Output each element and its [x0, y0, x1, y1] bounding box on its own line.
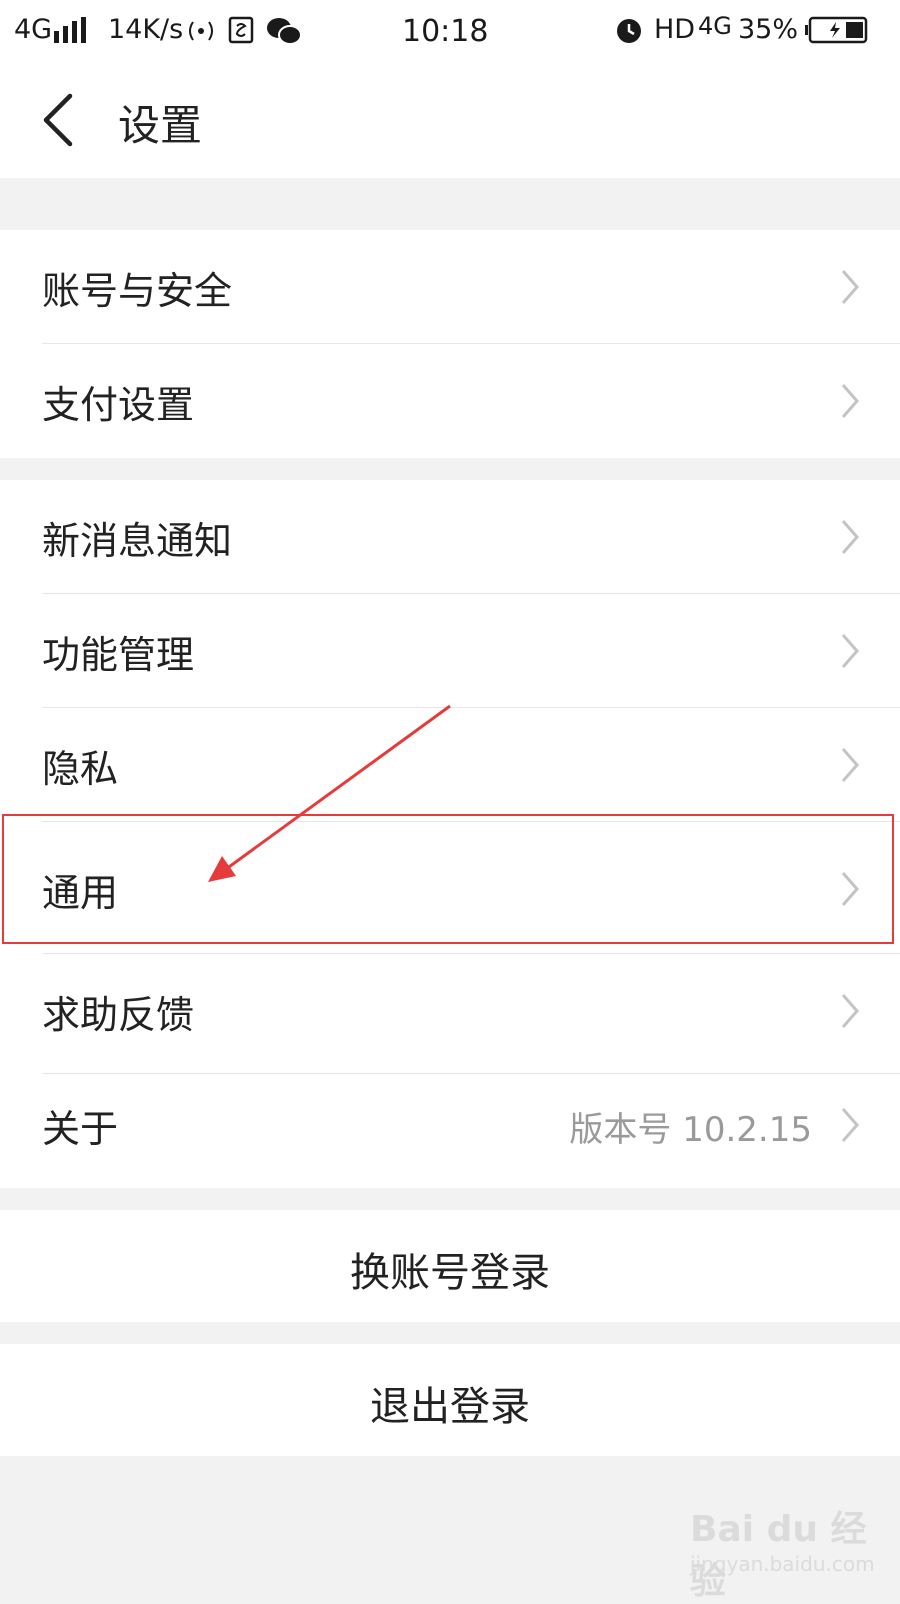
highlight-box — [2, 814, 894, 944]
navigation-bar: 设置 — [0, 62, 900, 178]
battery-percent: 35% — [738, 14, 799, 45]
signal-icon — [54, 17, 86, 43]
chevron-right-icon — [841, 1108, 859, 1142]
divider — [42, 953, 900, 954]
switch-account-button[interactable]: 换账号登录 — [0, 1210, 900, 1322]
row-label: 新消息通知 — [42, 519, 233, 563]
row-payment-settings[interactable]: 支付设置 — [0, 344, 900, 458]
hotspot-icon — [189, 21, 213, 41]
chevron-right-icon — [841, 748, 859, 782]
settings-group-account: 账号与安全 支付设置 — [0, 230, 900, 458]
back-arrow-icon[interactable] — [38, 90, 78, 150]
network-type-right: 4G — [698, 12, 732, 40]
battery-icon — [805, 16, 868, 44]
logout-button[interactable]: 退出登录 — [0, 1344, 900, 1456]
row-help-feedback[interactable]: 求助反馈 — [0, 960, 900, 1074]
version-number: 版本号 10.2.15 — [569, 1110, 812, 1150]
row-label: 账号与安全 — [42, 269, 233, 313]
row-new-message-notification[interactable]: 新消息通知 — [0, 480, 900, 594]
alarm-icon — [617, 19, 641, 43]
row-about[interactable]: 关于 版本号 10.2.15 — [0, 1074, 900, 1188]
chevron-right-icon — [841, 994, 859, 1028]
chevron-right-icon — [841, 270, 859, 304]
chevron-right-icon — [841, 384, 859, 418]
network-speed: 14K/s — [108, 14, 184, 45]
switch-account-label: 换账号登录 — [350, 1250, 550, 1296]
watermark-sub: jingyan.baidu.com — [690, 1552, 875, 1576]
row-label: 支付设置 — [42, 383, 195, 427]
chevron-right-icon — [841, 520, 859, 554]
row-label: 求助反馈 — [42, 993, 195, 1037]
row-label: 功能管理 — [42, 633, 195, 677]
row-label: 隐私 — [42, 747, 119, 791]
row-account-security[interactable]: 账号与安全 — [0, 230, 900, 344]
status-bar: 4G 14K/s 10:18 HD 4G 35% — [0, 0, 900, 62]
baidu-watermark: Bai du 经验 jingyan.baidu.com — [690, 1500, 890, 1602]
chevron-right-icon — [841, 634, 859, 668]
network-type: 4G — [14, 14, 53, 45]
row-label: 关于 — [42, 1107, 119, 1151]
sim-icon — [228, 16, 254, 44]
wechat-icon — [267, 18, 302, 45]
clock: 10:18 — [402, 14, 489, 49]
row-feature-management[interactable]: 功能管理 — [0, 594, 900, 708]
row-privacy[interactable]: 隐私 — [0, 708, 900, 822]
logout-label: 退出登录 — [370, 1384, 530, 1430]
page-title: 设置 — [118, 101, 203, 150]
hd-label: HD — [654, 14, 696, 45]
